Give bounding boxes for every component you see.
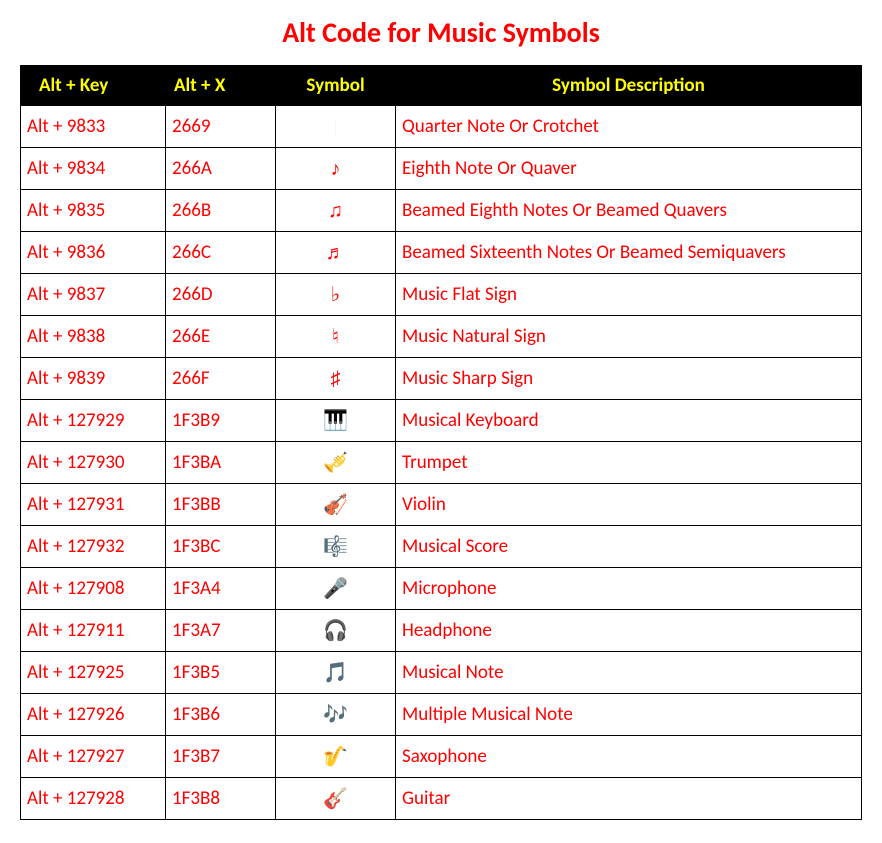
table-row: Alt + 1279251F3B5🎵Musical Note — [21, 652, 862, 694]
cell-symbol: 🎻 — [276, 484, 396, 526]
cell-symbol: 🎧 — [276, 610, 396, 652]
table-row: Alt + 1279321F3BC🎼Musical Score — [21, 526, 862, 568]
cell-symbol: ♯ — [276, 358, 396, 400]
table-row: Alt + 9834266A♪Eighth Note Or Quaver — [21, 148, 862, 190]
cell-symbol: ♬ — [276, 232, 396, 274]
cell-desc: Musical Score — [396, 526, 862, 568]
cell-altkey: Alt + 127931 — [21, 484, 166, 526]
cell-altx: 1F3B9 — [166, 400, 276, 442]
cell-symbol: 🎶 — [276, 694, 396, 736]
alt-code-table: Alt + Key Alt + X Symbol Symbol Descript… — [20, 65, 862, 820]
table-row: Alt + 9837266D♭Music Flat Sign — [21, 274, 862, 316]
cell-altkey: Alt + 9835 — [21, 190, 166, 232]
cell-altkey: Alt + 127911 — [21, 610, 166, 652]
cell-altx: 1F3B8 — [166, 778, 276, 820]
cell-altx: 266A — [166, 148, 276, 190]
cell-symbol: 🎸 — [276, 778, 396, 820]
cell-altkey: Alt + 9836 — [21, 232, 166, 274]
cell-symbol: ♫ — [276, 190, 396, 232]
cell-desc: Musical Note — [396, 652, 862, 694]
page-title: Alt Code for Music Symbols — [20, 15, 862, 50]
cell-symbol: 🎹 — [276, 400, 396, 442]
table-header-row: Alt + Key Alt + X Symbol Symbol Descript… — [21, 66, 862, 106]
cell-altkey: Alt + 127929 — [21, 400, 166, 442]
table-row: Alt + 1279291F3B9🎹Musical Keyboard — [21, 400, 862, 442]
cell-altx: 1F3A7 — [166, 610, 276, 652]
cell-symbol: ♭ — [276, 274, 396, 316]
cell-symbol: ♩ — [276, 106, 396, 148]
cell-symbol: 🎷 — [276, 736, 396, 778]
table-row: Alt + 1279081F3A4🎤Microphone — [21, 568, 862, 610]
cell-altkey: Alt + 127928 — [21, 778, 166, 820]
cell-altx: 1F3B6 — [166, 694, 276, 736]
cell-desc: Musical Keyboard — [396, 400, 862, 442]
cell-altx: 266E — [166, 316, 276, 358]
cell-symbol: 🎺 — [276, 442, 396, 484]
cell-altkey: Alt + 9838 — [21, 316, 166, 358]
cell-altkey: Alt + 127932 — [21, 526, 166, 568]
cell-desc: Multiple Musical Note — [396, 694, 862, 736]
table-row: Alt + 9835266B♫Beamed Eighth Notes Or Be… — [21, 190, 862, 232]
header-symbol: Symbol — [276, 66, 396, 106]
table-row: Alt + 1279301F3BA🎺Trumpet — [21, 442, 862, 484]
cell-desc: Music Sharp Sign — [396, 358, 862, 400]
cell-altx: 266C — [166, 232, 276, 274]
cell-altkey: Alt + 127930 — [21, 442, 166, 484]
cell-desc: Trumpet — [396, 442, 862, 484]
cell-desc: Eighth Note Or Quaver — [396, 148, 862, 190]
cell-altkey: Alt + 127908 — [21, 568, 166, 610]
cell-altkey: Alt + 127925 — [21, 652, 166, 694]
cell-altkey: Alt + 9833 — [21, 106, 166, 148]
cell-altkey: Alt + 9834 — [21, 148, 166, 190]
cell-altx: 1F3B5 — [166, 652, 276, 694]
table-row: Alt + 98332669♩Quarter Note Or Crotchet — [21, 106, 862, 148]
table-row: Alt + 9838266E♮Music Natural Sign — [21, 316, 862, 358]
cell-symbol: ♮ — [276, 316, 396, 358]
cell-desc: Music Natural Sign — [396, 316, 862, 358]
header-altkey: Alt + Key — [21, 66, 166, 106]
header-altx: Alt + X — [166, 66, 276, 106]
table-row: Alt + 1279111F3A7🎧Headphone — [21, 610, 862, 652]
cell-desc: Beamed Eighth Notes Or Beamed Quavers — [396, 190, 862, 232]
table-row: Alt + 1279271F3B7🎷Saxophone — [21, 736, 862, 778]
cell-symbol: 🎼 — [276, 526, 396, 568]
cell-altkey: Alt + 9837 — [21, 274, 166, 316]
cell-altkey: Alt + 127926 — [21, 694, 166, 736]
cell-altx: 266D — [166, 274, 276, 316]
table-row: Alt + 1279311F3BB🎻Violin — [21, 484, 862, 526]
cell-desc: Headphone — [396, 610, 862, 652]
cell-desc: Beamed Sixteenth Notes Or Beamed Semiqua… — [396, 232, 862, 274]
header-desc: Symbol Description — [396, 66, 862, 106]
cell-altx: 2669 — [166, 106, 276, 148]
cell-altx: 266B — [166, 190, 276, 232]
cell-symbol: 🎵 — [276, 652, 396, 694]
cell-altx: 1F3A4 — [166, 568, 276, 610]
table-row: Alt + 1279281F3B8🎸Guitar — [21, 778, 862, 820]
cell-desc: Microphone — [396, 568, 862, 610]
table-row: Alt + 9836266C♬Beamed Sixteenth Notes Or… — [21, 232, 862, 274]
cell-desc: Quarter Note Or Crotchet — [396, 106, 862, 148]
cell-desc: Music Flat Sign — [396, 274, 862, 316]
cell-symbol: ♪ — [276, 148, 396, 190]
cell-altx: 1F3BB — [166, 484, 276, 526]
cell-altkey: Alt + 9839 — [21, 358, 166, 400]
cell-altx: 1F3B7 — [166, 736, 276, 778]
cell-desc: Saxophone — [396, 736, 862, 778]
cell-altx: 1F3BC — [166, 526, 276, 568]
table-row: Alt + 1279261F3B6🎶Multiple Musical Note — [21, 694, 862, 736]
cell-desc: Violin — [396, 484, 862, 526]
table-row: Alt + 9839266F♯Music Sharp Sign — [21, 358, 862, 400]
cell-altx: 266F — [166, 358, 276, 400]
cell-symbol: 🎤 — [276, 568, 396, 610]
cell-altx: 1F3BA — [166, 442, 276, 484]
cell-desc: Guitar — [396, 778, 862, 820]
cell-altkey: Alt + 127927 — [21, 736, 166, 778]
